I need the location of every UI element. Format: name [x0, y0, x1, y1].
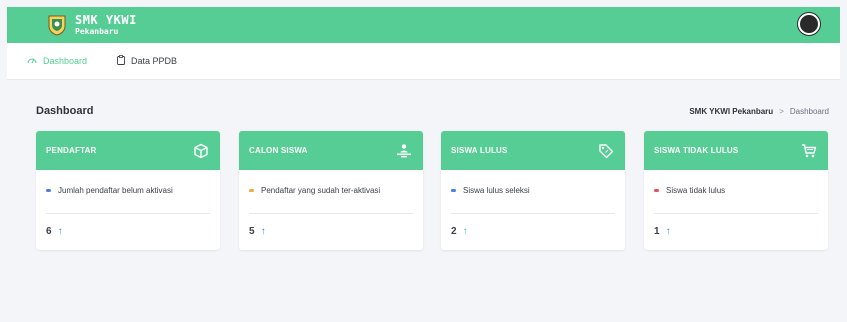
arrow-up-icon: ↑ [665, 226, 671, 237]
cart-icon [800, 142, 818, 160]
brand-subtitle: Pekanbaru [75, 27, 119, 36]
card-count-value: 6 [46, 226, 52, 237]
breadcrumb-separator: > [779, 107, 784, 116]
arrow-up-icon: ↑ [260, 226, 266, 237]
page-title: Dashboard [36, 105, 94, 117]
card-description: Pendaftar yang sudah ter-aktivasi [249, 186, 423, 195]
top-bar: SMK YKWI Pekanbaru [7, 7, 840, 43]
card-count: 1 ↑ [654, 226, 828, 237]
card-title: PENDAFTAR [46, 146, 97, 155]
card-count-value: 1 [654, 226, 660, 237]
brand: SMK YKWI Pekanbaru [75, 14, 137, 36]
arrow-up-icon: ↑ [462, 226, 468, 237]
card-count: 5 ↑ [249, 226, 423, 237]
tag-icon [597, 142, 615, 160]
stat-card-siswa-tidak-lulus: SISWA TIDAK LULUS Siswa tidak lulus 1 ↑ [644, 131, 828, 250]
box-icon [192, 142, 210, 160]
card-description: Jumlah pendaftar belum aktivasi [46, 186, 220, 195]
card-description-text: Siswa tidak lulus [666, 186, 726, 195]
card-description-text: Siswa lulus seleksi [463, 186, 530, 195]
card-divider [249, 213, 413, 214]
breadcrumb-current: Dashboard [789, 107, 829, 116]
card-divider [654, 213, 818, 214]
card-count: 2 ↑ [451, 226, 625, 237]
card-title: CALON SISWA [249, 146, 308, 155]
card-header: SISWA LULUS [441, 131, 625, 170]
card-count-value: 2 [451, 226, 457, 237]
card-description: Siswa tidak lulus [654, 186, 828, 195]
nav-bar: Dashboard Data PPDB [7, 43, 840, 80]
status-dot [654, 189, 659, 192]
nav-item-label: Data PPDB [131, 56, 178, 66]
status-dot [46, 189, 51, 192]
breadcrumb-link[interactable]: SMK YKWI Pekanbaru [689, 107, 773, 116]
card-title: SISWA TIDAK LULUS [654, 146, 739, 155]
user-avatar[interactable] [798, 13, 820, 35]
card-header: SISWA TIDAK LULUS [644, 131, 828, 170]
nav-item-data-ppdb[interactable]: Data PPDB [117, 55, 177, 67]
card-divider [46, 213, 210, 214]
brand-name: SMK YKWI [75, 13, 137, 27]
card-count-value: 5 [249, 226, 255, 237]
stat-card-calon-siswa: CALON SISWA Pendaftar yang sudah ter-akt… [239, 131, 423, 250]
gauge-icon [27, 56, 37, 66]
nav-item-label: Dashboard [43, 56, 88, 66]
clipboard-icon [117, 55, 125, 67]
arrow-up-icon: ↑ [57, 226, 63, 237]
card-header: CALON SISWA [239, 131, 423, 170]
card-description: Siswa lulus seleksi [451, 186, 625, 195]
stat-card-pendaftar: PENDAFTAR Jumlah pendaftar belum aktivas… [36, 131, 220, 250]
status-dot [451, 189, 456, 192]
card-description-text: Jumlah pendaftar belum aktivasi [58, 186, 173, 195]
card-count: 6 ↑ [46, 226, 220, 237]
status-dot [249, 189, 254, 192]
stat-card-siswa-lulus: SISWA LULUS Siswa lulus seleksi 2 ↑ [441, 131, 625, 250]
card-description-text: Pendaftar yang sudah ter-aktivasi [261, 186, 381, 195]
nav-item-dashboard[interactable]: Dashboard [27, 56, 87, 66]
school-logo-icon[interactable] [47, 14, 67, 36]
card-header: PENDAFTAR [36, 131, 220, 170]
breadcrumb: SMK YKWI Pekanbaru > Dashboard [689, 107, 829, 116]
card-divider [451, 213, 615, 214]
card-title: SISWA LULUS [451, 146, 508, 155]
person-desk-icon [395, 142, 413, 160]
